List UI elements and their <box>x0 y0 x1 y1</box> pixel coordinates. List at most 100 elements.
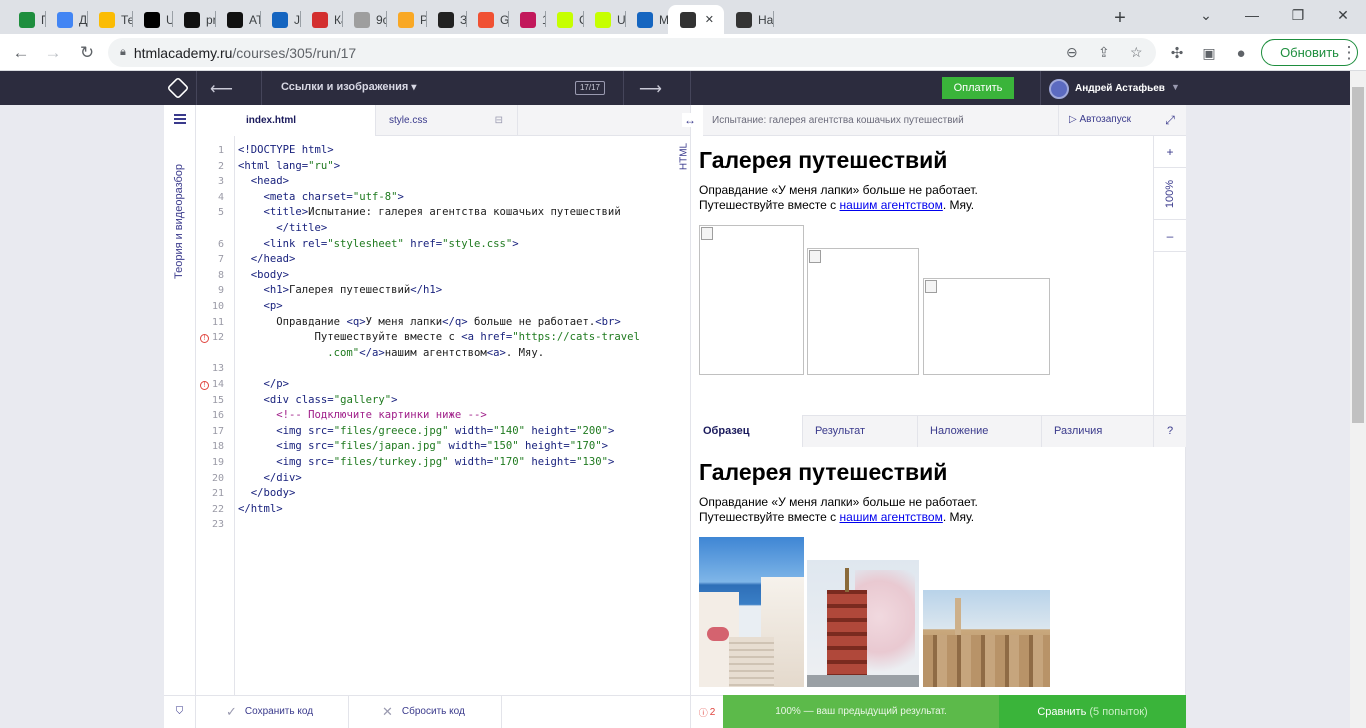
tab-overlay[interactable]: Наложение <box>918 415 1042 447</box>
turkey-photo <box>923 590 1050 687</box>
code-line[interactable]: </head> <box>238 253 296 265</box>
autorun-toggle[interactable]: ▷ Автозапуск <box>1069 114 1131 125</box>
code-line[interactable]: </title> <box>238 222 327 234</box>
browser-tab[interactable]: Тес <box>87 5 132 34</box>
browser-tab[interactable]: AT_ <box>215 5 260 34</box>
code-line[interactable]: <!DOCTYPE html> <box>238 144 334 156</box>
sample-paragraph: Оправдание «У меня лапки» больше не рабо… <box>699 495 978 524</box>
side-panel-icon[interactable]: ▣ <box>1196 40 1222 66</box>
zoom-icon[interactable]: ⊖ <box>1066 44 1078 61</box>
browser-tab[interactable]: Как <box>300 5 342 34</box>
code-line[interactable]: </body> <box>238 487 296 499</box>
tab-index-html[interactable]: index.html <box>196 105 376 136</box>
zoom-out-button[interactable]: – <box>1154 220 1186 252</box>
v-icon <box>520 11 536 28</box>
resize-icon[interactable]: ↔ <box>682 113 698 127</box>
share-icon[interactable]: ⇪ <box>1098 44 1110 61</box>
tab-search-icon[interactable]: ⌄ <box>1183 0 1229 30</box>
browser-tab[interactable]: Пра <box>7 5 45 34</box>
code-line[interactable]: <!-- Подключите картинки ниже --> <box>238 409 486 421</box>
hamburger-icon[interactable] <box>174 114 186 124</box>
user-name[interactable]: Андрей Астафьев <box>1075 83 1165 94</box>
reload-icon[interactable]: ↻ <box>74 40 100 66</box>
agency-link[interactable]: нашим агентством <box>840 198 943 212</box>
browser-tab[interactable]: Нас <box>724 5 773 34</box>
code-line[interactable]: <meta charset="utf-8"> <box>238 191 404 203</box>
menu-icon[interactable]: ⋮ <box>1339 40 1359 66</box>
code-line[interactable]: </html> <box>238 503 283 515</box>
reset-code-button[interactable]: ✕ Сбросить код <box>349 695 502 728</box>
code-line[interactable]: <link rel="stylesheet" href="style.css"> <box>238 238 519 250</box>
address-bar[interactable]: 🔒︎ htmlacademy.ru/courses/305/run/17 ⊖ ⇪… <box>108 38 1156 67</box>
section-title[interactable]: Ссылки и изображения ▾ <box>281 81 416 93</box>
close-window-icon[interactable]: ✕ <box>1320 0 1366 30</box>
browser-tab[interactable]: JSO <box>260 5 300 34</box>
code-line[interactable]: <img src="files/japan.jpg" width="150" h… <box>238 440 608 452</box>
bookmark-star-icon[interactable]: ☆ <box>1130 44 1143 61</box>
user-menu-chevron-icon[interactable]: ▼ <box>1171 82 1180 92</box>
browser-tab[interactable]: Pair <box>386 5 426 34</box>
back-icon[interactable]: ← <box>8 40 34 66</box>
restore-icon[interactable]: ❐ <box>1275 0 1321 30</box>
warning-icon[interactable]: ! <box>200 381 209 390</box>
save-code-button[interactable]: ✓ Сохранить код <box>196 695 349 728</box>
close-tab-icon[interactable]: ✕ <box>705 13 714 26</box>
browser-tab[interactable]: Ma <box>625 5 668 34</box>
collapse-icon[interactable]: ⊟ <box>495 115 503 126</box>
code-line[interactable]: <html lang="ru"> <box>238 160 340 172</box>
user-avatar[interactable] <box>1049 79 1069 99</box>
tab-sample[interactable]: Образец <box>691 415 803 447</box>
hint-icon[interactable]: ⛉ <box>164 695 196 728</box>
scrollbar-thumb[interactable] <box>1352 87 1364 423</box>
compare-button[interactable]: Сравнить (5 попыток) <box>999 695 1186 728</box>
code-line[interactable]: <p> <box>238 300 283 312</box>
pay-button[interactable]: Оплатить <box>942 77 1014 99</box>
browser-tab-label: AT_ <box>249 12 260 27</box>
browser-tab[interactable]: Upc <box>132 5 172 34</box>
tab-style-css[interactable]: style.css ⊟ <box>376 105 518 136</box>
code-line[interactable]: .com"</a>нашим агентством<a>. Мяу. <box>238 347 544 359</box>
browser-tab[interactable]: 9со <box>342 5 386 34</box>
zoom-in-button[interactable]: + <box>1154 136 1186 168</box>
code-line[interactable]: </p> <box>238 378 290 390</box>
code-line[interactable]: <div class="gallery"> <box>238 394 398 406</box>
htmlacademy-logo[interactable] <box>166 76 190 100</box>
browser-tab[interactable]: Car <box>545 5 583 34</box>
extensions-icon[interactable]: ✣ <box>1164 40 1190 66</box>
jetbrains-icon <box>144 11 160 28</box>
help-button[interactable]: ? <box>1154 415 1186 447</box>
code-line[interactable]: <body> <box>238 269 289 281</box>
code-line[interactable]: Путешествуйте вместе с <a href="https://… <box>238 331 640 343</box>
error-counter[interactable]: ⓘ 2 <box>691 695 723 728</box>
code-editor[interactable]: <!DOCTYPE html> <html lang="ru"> <head> <… <box>236 136 690 696</box>
browser-tab[interactable]: ✕ <box>668 5 724 34</box>
theory-sidebar: Теория и видеоразбор <box>164 105 196 728</box>
code-line[interactable]: <title>Испытание: галерея агентства коша… <box>238 206 621 218</box>
code-line[interactable]: <img src="files/greece.jpg" width="140" … <box>238 425 614 437</box>
new-tab-button[interactable]: + <box>1108 6 1132 30</box>
minimize-icon[interactable]: — <box>1229 0 1275 30</box>
code-line[interactable]: </div> <box>238 472 302 484</box>
browser-tab[interactable]: Git <box>466 5 508 34</box>
theory-label[interactable]: Теория и видеоразбор <box>173 164 185 279</box>
tab-difference[interactable]: Различия <box>1042 415 1154 447</box>
line-number: 22 <box>211 503 224 515</box>
browser-tab[interactable]: Зап <box>426 5 466 34</box>
next-lesson-arrow[interactable]: ⟶ <box>639 79 662 99</box>
bookmark-icon <box>312 11 328 28</box>
page-scrollbar[interactable] <box>1350 71 1366 728</box>
browser-tab[interactable]: proj <box>172 5 215 34</box>
result-preview: Галерея путешествий Оправдание «У меня л… <box>699 147 1149 213</box>
fullscreen-icon[interactable]: ⤢ <box>1154 105 1186 136</box>
code-line[interactable]: Оправдание <q>У меня лапки</q> больше не… <box>238 316 620 328</box>
profile-icon[interactable]: ● <box>1228 40 1254 66</box>
browser-tab[interactable]: Дом <box>45 5 87 34</box>
prev-lesson-arrow[interactable]: ⟵ <box>210 79 233 99</box>
tab-result[interactable]: Результат <box>803 415 918 447</box>
code-line[interactable]: <head> <box>238 175 289 187</box>
browser-tab[interactable]: 10 с <box>508 5 545 34</box>
browser-tab[interactable]: Unl <box>583 5 625 34</box>
forward-icon[interactable]: → <box>40 40 66 66</box>
code-line[interactable]: <img src="files/turkey.jpg" width="170" … <box>238 456 614 468</box>
code-line[interactable]: <h1>Галерея путешествий</h1> <box>238 284 443 296</box>
